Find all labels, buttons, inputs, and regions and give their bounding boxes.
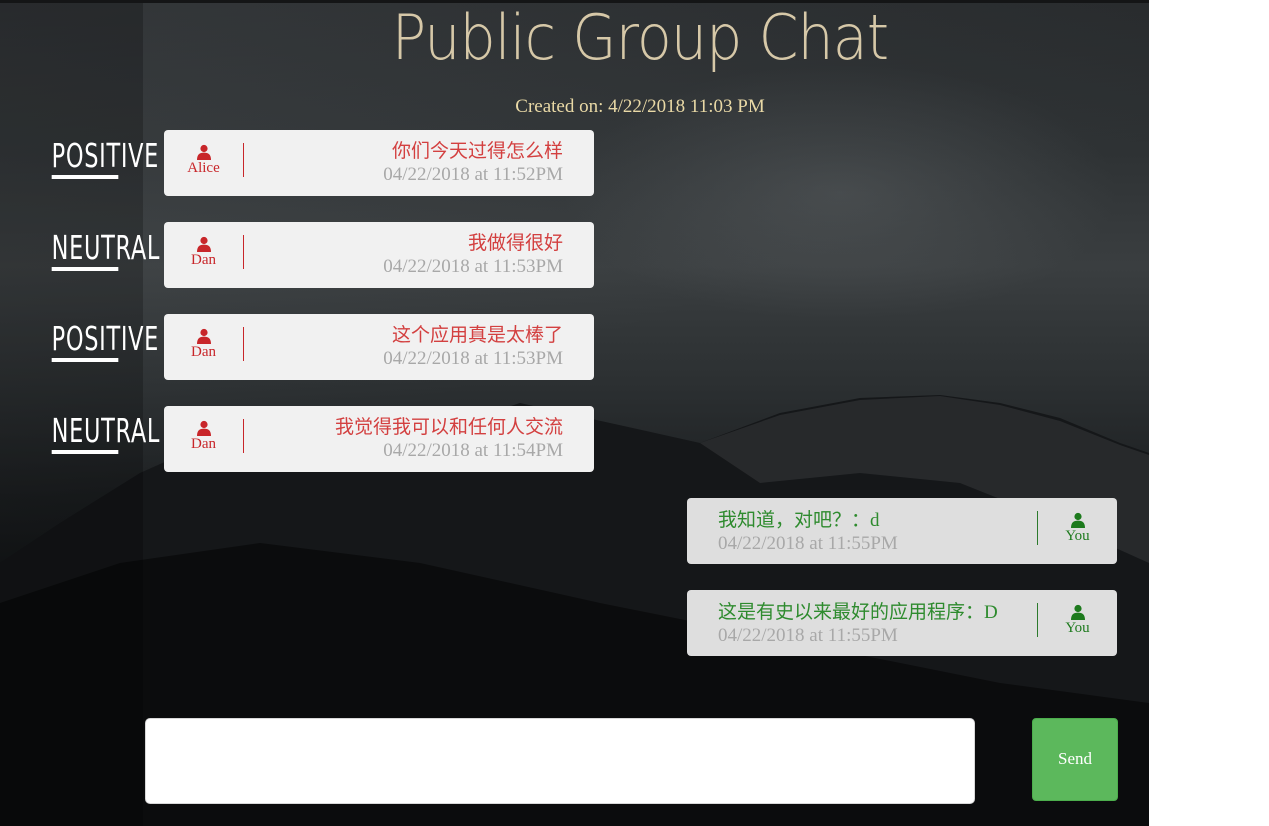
author-name: Dan: [191, 344, 216, 360]
message-time: 04/22/2018 at 11:55PM: [718, 625, 898, 646]
message-bubble: Alice 你们今天过得怎么样 04/22/2018 at 11:52PM: [164, 130, 594, 196]
message-bubble: Dan 这个应用真是太棒了 04/22/2018 at 11:53PM: [164, 314, 594, 380]
person-icon: [196, 420, 211, 436]
message-text: 我做得很好: [467, 233, 563, 254]
sentiment-label: NEUTRAL: [51, 412, 159, 454]
message-text: 这个应用真是太棒了: [391, 325, 563, 346]
person-icon: [196, 144, 211, 160]
message-author: You: [1037, 603, 1117, 637]
message-text: 我觉得我可以和任何人交流: [334, 417, 563, 438]
send-button[interactable]: Send: [1032, 718, 1118, 801]
author-name: Alice: [187, 160, 220, 176]
message-input[interactable]: [145, 718, 975, 804]
author-name: You: [1065, 528, 1090, 544]
author-name: Dan: [191, 436, 216, 452]
sentiment-label: POSITIVE: [51, 137, 158, 179]
message-author: Alice: [164, 143, 244, 177]
message-author: Dan: [164, 419, 244, 453]
message-bubble: Dan 我觉得我可以和任何人交流 04/22/2018 at 11:54PM: [164, 406, 594, 472]
message-time: 04/22/2018 at 11:55PM: [718, 533, 898, 554]
author-name: You: [1065, 620, 1090, 636]
sentiment-label: NEUTRAL: [51, 229, 159, 271]
author-name: Dan: [191, 252, 216, 268]
message-time: 04/22/2018 at 11:53PM: [383, 256, 563, 277]
chat-window: Public Group Chat Created on: 4/22/2018 …: [0, 0, 1149, 826]
message-author: Dan: [164, 235, 244, 269]
person-icon: [196, 328, 211, 344]
message-time: 04/22/2018 at 11:53PM: [383, 348, 563, 369]
created-timestamp: Created on: 4/22/2018 11:03 PM: [515, 96, 765, 117]
person-icon: [1070, 604, 1085, 620]
message-author: You: [1037, 511, 1117, 545]
sentiment-label: POSITIVE: [51, 320, 158, 362]
message-time: 04/22/2018 at 11:54PM: [383, 440, 563, 461]
message-bubble-own: 我知道，对吧？：d 04/22/2018 at 11:55PM You: [687, 498, 1117, 564]
message-text: 你们今天过得怎么样: [391, 141, 563, 162]
message-time: 04/22/2018 at 11:52PM: [383, 164, 563, 185]
person-icon: [196, 236, 211, 252]
page-title: Public Group Chat: [391, 1, 889, 74]
message-text: 这是有史以来最好的应用程序：D: [718, 602, 998, 623]
message-text: 我知道，对吧？：d: [718, 510, 880, 531]
message-bubble-own: 这是有史以来最好的应用程序：D 04/22/2018 at 11:55PM Yo…: [687, 590, 1117, 656]
message-author: Dan: [164, 327, 244, 361]
message-bubble: Dan 我做得很好 04/22/2018 at 11:53PM: [164, 222, 594, 288]
person-icon: [1070, 512, 1085, 528]
